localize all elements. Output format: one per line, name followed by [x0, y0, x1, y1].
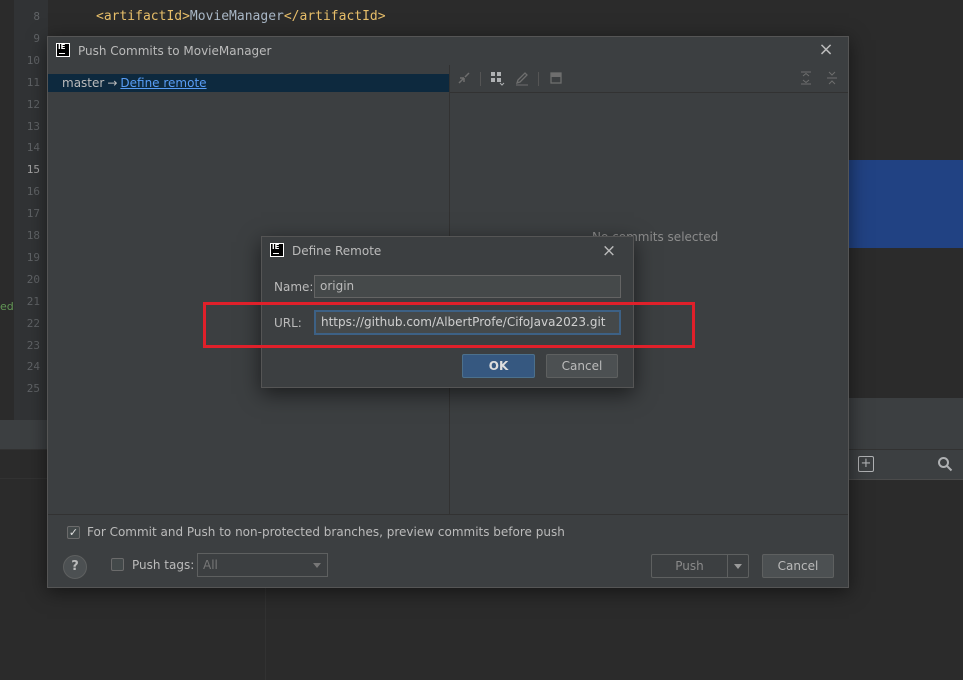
line-number: 16: [26, 185, 40, 199]
line-number: 12: [26, 97, 40, 111]
edit-icon[interactable]: [514, 70, 530, 86]
line-number: 19: [26, 250, 40, 264]
intellij-logo-icon: IE: [56, 43, 70, 57]
preview-commits-label: For Commit and Push to non-protected bra…: [87, 525, 565, 539]
chevron-down-icon: [313, 563, 321, 568]
line-number: 22: [26, 316, 40, 330]
group-by-icon[interactable]: [489, 70, 505, 86]
intellij-logo-icon: IE: [270, 243, 284, 257]
arrow-icon: →: [107, 76, 118, 90]
dialog-title-bar[interactable]: IE Push Commits to MovieManager ×: [48, 37, 848, 65]
close-icon[interactable]: ×: [816, 40, 836, 60]
line-number: 13: [26, 119, 40, 133]
ok-button[interactable]: OK: [462, 354, 535, 378]
define-remote-link[interactable]: Define remote: [120, 76, 206, 90]
cancel-button[interactable]: Cancel: [762, 554, 834, 578]
dialog-title: Define Remote: [292, 244, 382, 258]
branch-row[interactable]: master → Define remote: [48, 74, 449, 92]
remote-name-input[interactable]: origin: [314, 275, 621, 298]
line-number: 14: [26, 141, 40, 155]
push-tags-label: Push tags:: [132, 558, 195, 572]
line-number: 18: [26, 229, 40, 242]
add-tab-icon[interactable]: +: [858, 456, 874, 472]
collapse-all-icon[interactable]: [824, 70, 840, 86]
preview-commits-checkbox[interactable]: ✓: [67, 526, 80, 539]
line-number: 24: [26, 360, 40, 374]
preview-diff-icon[interactable]: [548, 70, 564, 86]
footer-divider: [48, 514, 848, 515]
chevron-down-icon: [734, 564, 742, 569]
line-number: 11: [26, 75, 40, 89]
line-number: 25: [26, 382, 40, 396]
line-number: 23: [26, 338, 40, 352]
push-tags-select[interactable]: All: [197, 553, 328, 577]
gutter-strip: [0, 0, 14, 420]
line-number: 8: [33, 10, 40, 23]
line-number: 17: [26, 207, 40, 221]
code-line[interactable]: <artifactId>MovieManager</artifactId>: [96, 9, 386, 24]
collapse-icon[interactable]: [456, 70, 472, 86]
gutter-marker: ed: [0, 300, 14, 313]
help-button[interactable]: ?: [63, 555, 87, 579]
horizontal-scrollbar[interactable]: [849, 398, 963, 420]
dialog-title: Push Commits to MovieManager: [78, 44, 272, 58]
red-highlight-box: [203, 302, 695, 348]
line-number: 15: [26, 163, 40, 177]
line-number: 9: [33, 31, 40, 45]
tool-window-toolbar: +: [849, 450, 963, 480]
editor-selection: [849, 160, 963, 248]
push-options-dropdown[interactable]: [727, 554, 749, 578]
push-button[interactable]: Push: [651, 554, 728, 578]
line-number: 20: [26, 272, 40, 286]
expand-all-icon[interactable]: [798, 70, 814, 86]
cancel-button[interactable]: Cancel: [546, 354, 618, 378]
name-label: Name:: [274, 280, 314, 294]
search-icon[interactable]: [937, 456, 953, 472]
branch-name: master: [62, 76, 105, 90]
line-number: 10: [26, 53, 40, 67]
push-tags-checkbox[interactable]: [111, 558, 124, 571]
close-icon[interactable]: ×: [599, 241, 619, 261]
commit-details-toolbar: [450, 65, 848, 93]
line-number: 21: [26, 294, 40, 308]
